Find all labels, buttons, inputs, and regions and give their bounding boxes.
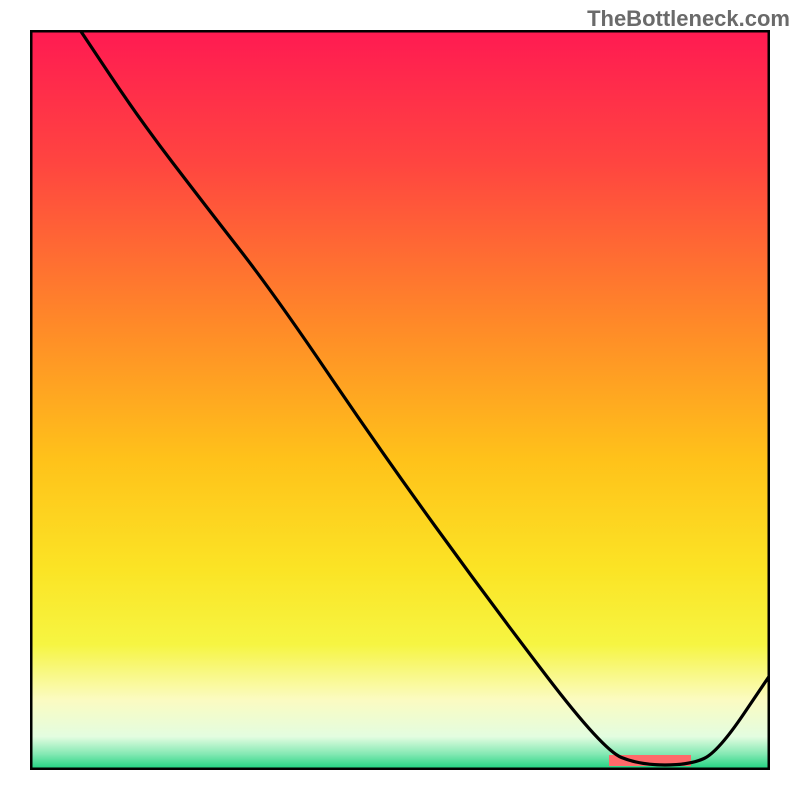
plot-area xyxy=(30,30,770,770)
attribution-label: TheBottleneck.com xyxy=(587,6,790,32)
chart-svg xyxy=(30,30,770,770)
chart-container: TheBottleneck.com xyxy=(0,0,800,800)
chart-background xyxy=(30,30,770,770)
